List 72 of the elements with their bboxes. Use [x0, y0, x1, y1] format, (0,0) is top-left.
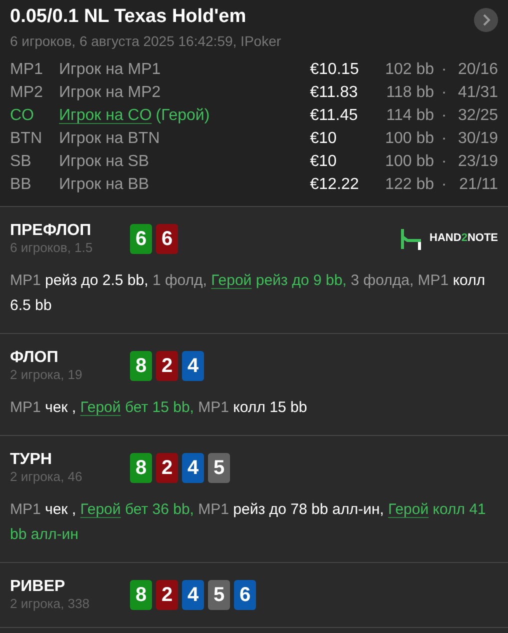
hand-subtitle: 6 игроков, 6 августа 2025 16:42:59, IPoker — [10, 32, 282, 50]
card: 2 — [156, 350, 178, 380]
position-label: BTN — [10, 129, 43, 149]
action-line: MP1 чек , Герой бет 36 bb, MP1 рейз до 78 bb алл-ин, Герой колл 41 bb алл-ин — [10, 500, 487, 545]
player-name: Игрок на SB — [59, 153, 150, 170]
hero-label: (Герой) — [156, 107, 210, 124]
stack-bb: 118 bb — [385, 83, 434, 103]
player-name: Игрок на MP1 — [59, 61, 161, 78]
stack-amount: €10 — [310, 129, 338, 149]
street-title: ФЛОП — [10, 348, 60, 367]
action-line: MP1 чек , Герой бет 15 bb, MP1 колл 15 bb — [10, 398, 308, 418]
player-stats: 20/16 — [456, 60, 498, 80]
stack-bb: 100 bb — [384, 129, 434, 149]
player-stats: 21/11 — [458, 175, 498, 195]
separator-dot: · — [440, 60, 448, 80]
hero-link[interactable]: Герой — [388, 501, 429, 518]
street-subtitle: 2 игрока, 46 — [10, 469, 84, 485]
player-stats: 30/19 — [456, 129, 498, 149]
position-label: CO — [10, 106, 35, 126]
stack-amount: €11.45 — [310, 106, 359, 126]
card: 4 — [182, 452, 204, 482]
street-subtitle: 2 игрока, 338 — [10, 596, 90, 612]
card: 5 — [208, 452, 230, 482]
stack-bb: 122 bb — [384, 175, 434, 195]
position-label: MP2 — [10, 83, 44, 103]
street-title: ПРЕФЛОП — [10, 221, 92, 240]
player-stats: 41/31 — [456, 83, 498, 103]
logo-icon — [400, 228, 422, 250]
separator-dot: · — [440, 175, 448, 195]
card: 6 — [234, 580, 256, 610]
stack-bb: 102 bb — [384, 60, 434, 80]
separator-dot: · — [440, 152, 448, 172]
player-name-link[interactable]: Игрок на CO — [59, 107, 152, 124]
position-label: BB — [10, 175, 32, 195]
card: 8 — [130, 350, 152, 380]
card: 4 — [182, 580, 204, 610]
stack-amount: €10.15 — [310, 60, 360, 80]
stack-bb: 100 bb — [384, 152, 434, 172]
card: 5 — [208, 580, 230, 610]
card: 6 — [130, 224, 152, 254]
hero-link[interactable]: Герой — [80, 501, 121, 518]
stack-amount: €10 — [310, 152, 338, 172]
card: 2 — [156, 580, 178, 610]
position-label: MP1 — [10, 60, 44, 80]
stack-amount: €12.22 — [310, 175, 360, 195]
separator-dot: · — [440, 83, 448, 103]
chevron-right-icon — [481, 14, 491, 26]
player-name: Игрок на MP2 — [59, 84, 161, 101]
position-label: SB — [10, 152, 32, 172]
card: 2 — [156, 452, 178, 482]
player-name: Игрок на BTN — [59, 130, 160, 147]
player-name: Игрок на BB — [59, 176, 150, 193]
street-title: РИВЕР — [10, 577, 66, 596]
logo-text: HAND2NOTE — [430, 231, 498, 246]
next-button[interactable] — [474, 8, 498, 32]
hand-title: 0.05/0.1 NL Texas Hold'em — [10, 5, 246, 29]
street-title: ТУРН — [10, 450, 53, 469]
player-stats: 23/19 — [456, 152, 498, 172]
street-subtitle: 6 игроков, 1.5 — [10, 240, 94, 256]
card: 4 — [182, 350, 204, 380]
hero-link[interactable]: Герой — [80, 399, 121, 416]
card: 8 — [130, 452, 152, 482]
street-subtitle: 2 игрока, 19 — [10, 367, 84, 383]
player-stats: 32/25 — [456, 106, 498, 126]
stack-bb: 114 bb — [385, 106, 434, 126]
card: 8 — [130, 580, 152, 610]
action-line: MP1 рейз до 2.5 bb, 1 фолд, Герой рейз до 9 bb, 3 фолда, MP1 колл 6.5 bb — [10, 271, 486, 316]
card: 6 — [156, 224, 178, 254]
hero-link[interactable]: Герой — [211, 272, 252, 289]
separator-dot: · — [440, 106, 448, 126]
separator-dot: · — [440, 129, 448, 149]
stack-amount: €11.83 — [310, 83, 359, 103]
